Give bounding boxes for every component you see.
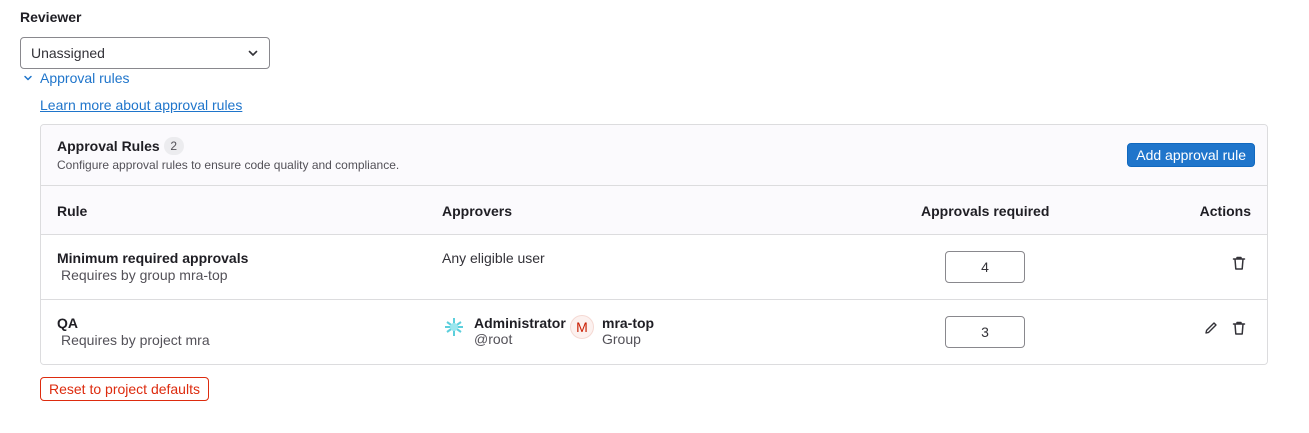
approvals-required-input[interactable]: 3 <box>945 316 1025 348</box>
learn-more-link[interactable]: Learn more about approval rules <box>40 97 242 113</box>
group-avatar: M <box>570 315 594 339</box>
trash-icon[interactable] <box>1231 320 1247 336</box>
table-row: Minimum required approvals Requires by g… <box>41 235 1267 300</box>
approver-group-mra-top[interactable]: M mra-top Group <box>570 315 654 347</box>
column-header-actions: Actions <box>1199 203 1251 219</box>
table-header: Rule Approvers Approvals required Action… <box>41 186 1267 235</box>
reviewer-selected-value: Unassigned <box>31 45 105 61</box>
rule-cell: QA Requires by project mra <box>57 315 210 348</box>
reviewer-dropdown[interactable]: Unassigned <box>20 37 270 69</box>
card-title: Approval Rules 2 <box>57 137 184 155</box>
approver-name: Administrator <box>474 315 566 331</box>
column-header-approvers: Approvers <box>442 203 513 219</box>
rule-count-badge: 2 <box>163 137 184 155</box>
chevron-down-icon <box>247 47 259 59</box>
chevron-down-icon <box>20 70 36 86</box>
trash-icon[interactable] <box>1231 255 1247 271</box>
card-description: Configure approval rules to ensure code … <box>57 158 400 172</box>
approval-rules-toggle-label: Approval rules <box>40 70 130 86</box>
approval-rules-card: Approval Rules 2 Configure approval rule… <box>40 124 1268 365</box>
approver-type: Group <box>602 331 641 347</box>
rule-cell: Minimum required approvals Requires by g… <box>57 250 248 283</box>
rule-name: Minimum required approvals <box>57 250 249 266</box>
approver-name: mra-top <box>602 315 655 331</box>
approver-administrator[interactable]: Administrator @root <box>442 315 566 347</box>
pencil-icon[interactable] <box>1203 320 1219 336</box>
add-approval-rule-button[interactable]: Add approval rule <box>1127 143 1255 167</box>
approval-rules-toggle[interactable]: Approval rules <box>20 70 130 86</box>
reset-to-defaults-button[interactable]: Reset to project defaults <box>40 377 209 401</box>
rule-name: QA <box>57 315 78 331</box>
approvals-required-input[interactable]: 4 <box>945 251 1025 283</box>
column-header-approvals-required: Approvals required <box>921 203 1050 219</box>
approver-username: @root <box>474 331 513 347</box>
approvers-text: Any eligible user <box>442 250 545 266</box>
rule-source: Requires by project mra <box>61 332 210 348</box>
column-header-rule: Rule <box>57 203 88 219</box>
admin-avatar-icon <box>442 315 466 339</box>
table-row: QA Requires by project mra Administrator… <box>41 300 1267 364</box>
card-title-text: Approval Rules <box>57 138 160 154</box>
reviewer-label: Reviewer <box>20 9 82 25</box>
card-header: Approval Rules 2 Configure approval rule… <box>41 125 1267 186</box>
rule-source: Requires by group mra-top <box>61 267 228 283</box>
